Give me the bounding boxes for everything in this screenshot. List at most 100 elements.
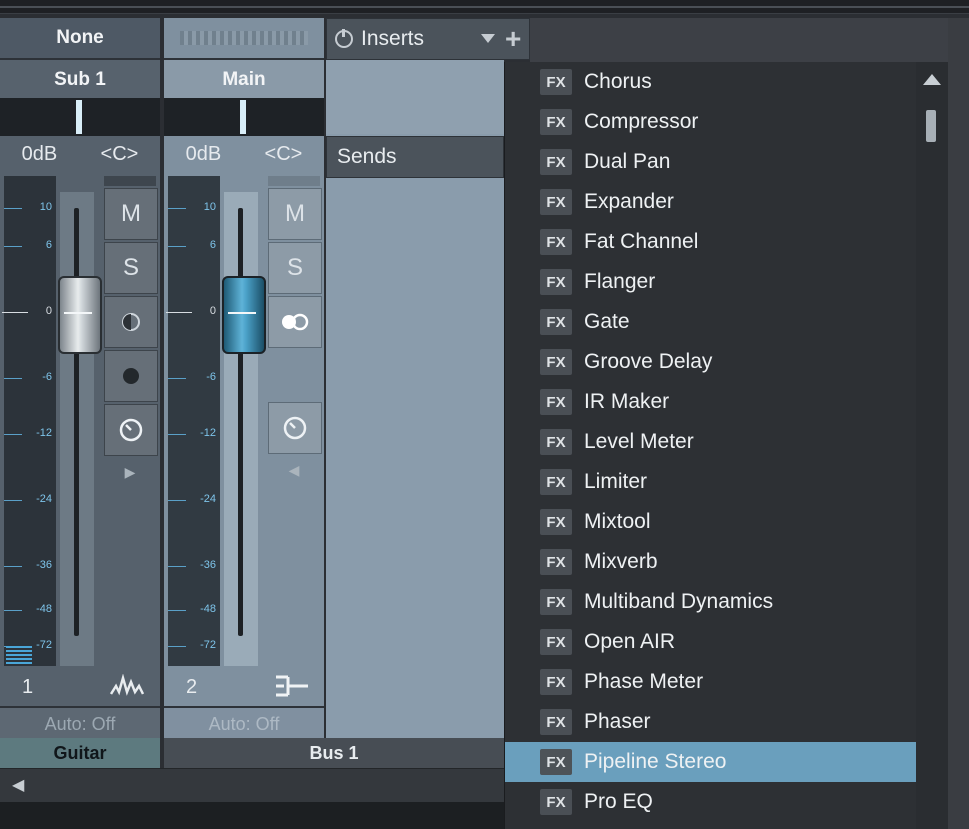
menu-item-label: Groove Delay xyxy=(584,350,713,373)
level-meter: 10 6 0 -6 -12 -24 -36 -48 -72 xyxy=(2,176,56,666)
meter-tick: -48 xyxy=(168,603,220,615)
inserts-header: Inserts + xyxy=(326,18,530,60)
monitor-icon xyxy=(119,418,143,442)
menu-item-label: Fat Channel xyxy=(584,230,699,253)
menu-item[interactable]: FX Pipeline Stereo xyxy=(505,742,917,782)
fader-slot xyxy=(238,208,243,636)
waveform-icon xyxy=(109,673,145,702)
menu-item[interactable]: FX Mixtool xyxy=(505,502,917,542)
menu-item[interactable]: FX Expander xyxy=(505,182,917,222)
menu-item[interactable]: FX Chorus xyxy=(505,62,917,102)
automation-mode[interactable]: Auto: Off xyxy=(0,706,160,740)
fx-badge: FX xyxy=(540,589,572,615)
channel-number: 2 xyxy=(186,676,198,698)
record-button[interactable] xyxy=(104,350,158,402)
monitor-button[interactable] xyxy=(268,402,322,454)
fx-badge: FX xyxy=(540,549,572,575)
meter-tick: -6 xyxy=(4,371,56,383)
pan-indicator[interactable] xyxy=(0,98,160,136)
meter-tick: -12 xyxy=(168,427,220,439)
dropdown-triangle-icon[interactable] xyxy=(481,34,495,43)
fx-badge: FX xyxy=(540,789,572,815)
volume-fader[interactable] xyxy=(58,276,102,354)
channel-name[interactable]: Sub 1 xyxy=(0,60,160,102)
menu-item[interactable]: FX Compressor xyxy=(505,102,917,142)
meter-tick: -24 xyxy=(168,493,220,505)
channel-name[interactable]: Main xyxy=(164,60,324,102)
meter-tick: -24 xyxy=(4,493,56,505)
menu-item[interactable]: FX Pro EQ xyxy=(505,782,917,822)
meter-tick: 6 xyxy=(4,239,56,251)
menu-item[interactable]: FX Level Meter xyxy=(505,422,917,462)
fx-badge: FX xyxy=(540,509,572,535)
channel-strip-1: None Sub 1 0dB <C> 10 6 0 -6 -12 -24 -36… xyxy=(0,18,160,740)
power-icon[interactable] xyxy=(335,29,353,48)
volume-readout[interactable]: 0dB xyxy=(186,143,222,166)
scroll-up-icon[interactable] xyxy=(923,74,941,85)
mono-button[interactable] xyxy=(104,296,158,348)
menu-item[interactable]: FX Fat Channel xyxy=(505,222,917,262)
scroll-left-icon[interactable]: ◀ xyxy=(12,775,24,795)
menu-item[interactable]: FX Phaser xyxy=(505,702,917,742)
pan-indicator[interactable] xyxy=(164,98,324,136)
volume-readout[interactable]: 0dB xyxy=(22,143,58,166)
menu-item[interactable]: FX Dual Pan xyxy=(505,142,917,182)
channel-values: 0dB <C> xyxy=(164,136,324,172)
scrollbar-thumb[interactable] xyxy=(926,110,936,142)
meter-tick: -36 xyxy=(4,559,56,571)
inserts-area[interactable] xyxy=(326,60,504,134)
menu-item-label: Compressor xyxy=(584,110,699,133)
menu-item-label: Pro EQ xyxy=(584,790,653,813)
meter-tick: 6 xyxy=(168,239,220,251)
menu-item-label: Expander xyxy=(584,190,674,213)
menu-item[interactable]: FX Limiter xyxy=(505,462,917,502)
meter-tick: -12 xyxy=(4,427,56,439)
solo-button[interactable]: S xyxy=(268,242,322,294)
group-label-bus[interactable]: Bus 1 xyxy=(164,738,504,768)
meter-tick: -36 xyxy=(168,559,220,571)
mute-button[interactable]: M xyxy=(104,188,158,240)
horizontal-scrollbar[interactable]: ◀ xyxy=(0,768,504,802)
fx-badge: FX xyxy=(540,149,572,175)
menu-item[interactable]: FX IR Maker xyxy=(505,382,917,422)
add-insert-button[interactable]: + xyxy=(505,23,521,55)
solo-button[interactable]: S xyxy=(104,242,158,294)
menu-item-label: IR Maker xyxy=(584,390,670,413)
bus-icon xyxy=(274,674,310,704)
menu-item[interactable]: FX Multiband Dynamics xyxy=(505,582,917,622)
menu-item[interactable]: FX Mixverb xyxy=(505,542,917,582)
stereo-link-button[interactable] xyxy=(268,296,322,348)
volume-fader[interactable] xyxy=(222,276,266,354)
meter-tick: 10 xyxy=(4,201,56,213)
menu-scrollbar[interactable] xyxy=(916,62,948,829)
menu-item[interactable]: FX Open AIR xyxy=(505,622,917,662)
menu-item[interactable]: FX Phase Meter xyxy=(505,662,917,702)
mono-icon xyxy=(122,313,140,331)
menu-item[interactable]: FX Flanger xyxy=(505,262,917,302)
meter-tick: -48 xyxy=(4,603,56,615)
pan-readout[interactable]: <C> xyxy=(101,143,139,166)
menu-item-label: Mixtool xyxy=(584,510,651,533)
inserts-label[interactable]: Inserts xyxy=(361,27,424,51)
top-right-area xyxy=(530,18,969,62)
menu-item[interactable]: FX Gate xyxy=(505,302,917,342)
pan-readout[interactable]: <C> xyxy=(265,143,303,166)
fx-badge: FX xyxy=(540,229,572,255)
channel-input-label[interactable]: None xyxy=(0,18,160,60)
strip-grip[interactable] xyxy=(164,18,324,60)
automation-mode[interactable]: Auto: Off xyxy=(164,706,324,740)
monitor-button[interactable] xyxy=(104,404,158,456)
sends-header[interactable]: Sends xyxy=(326,136,504,178)
fx-badge: FX xyxy=(540,709,572,735)
fx-badge: FX xyxy=(540,349,572,375)
menu-item[interactable]: FX Groove Delay xyxy=(505,342,917,382)
meter-tick: 0 xyxy=(2,305,56,317)
fx-badge: FX xyxy=(540,749,572,775)
expand-right-icon[interactable]: ▶ xyxy=(104,464,156,481)
mute-button[interactable]: M xyxy=(268,188,322,240)
monitor-icon xyxy=(283,416,307,440)
group-label-guitar[interactable]: Guitar xyxy=(0,738,160,768)
menu-item-label: Level Meter xyxy=(584,430,694,453)
expand-left-icon[interactable]: ◀ xyxy=(268,462,320,479)
fx-badge: FX xyxy=(540,469,572,495)
